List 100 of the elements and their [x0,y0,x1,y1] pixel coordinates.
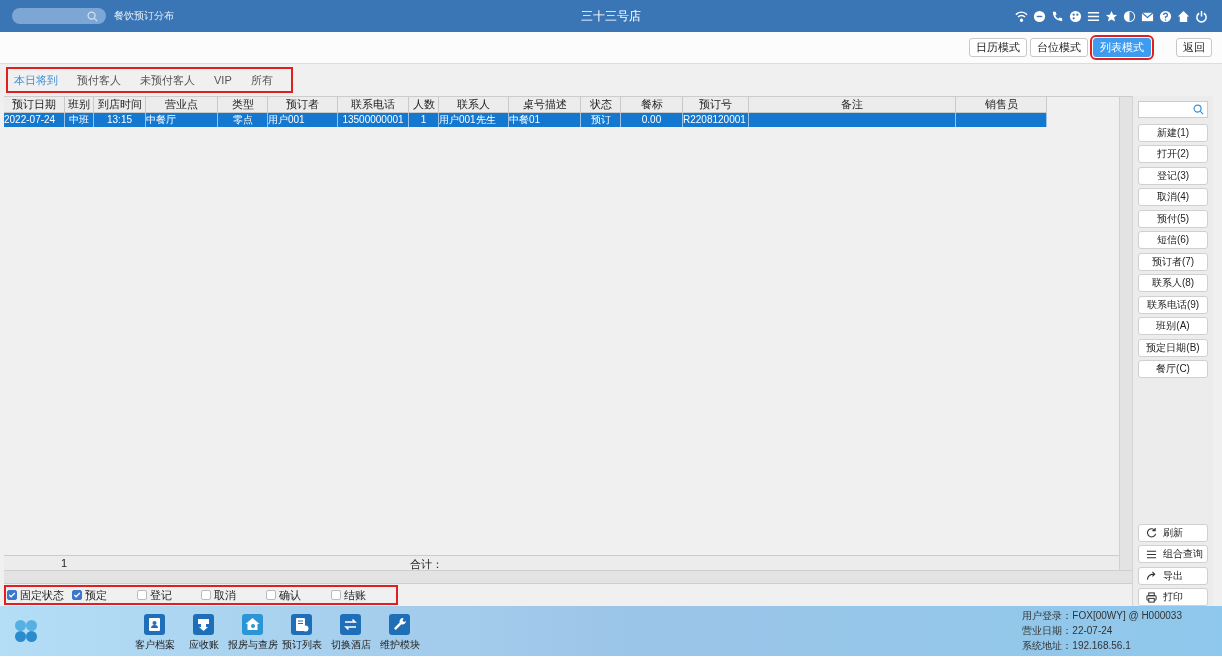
export-button[interactable]: 导出 [1138,566,1208,585]
clover-logo[interactable] [14,619,38,643]
checkbox-label: 取消 [214,587,237,603]
store-title: 三十三号店 [581,7,641,25]
print-button[interactable]: 打印 [1138,588,1208,606]
printer-icon [1146,591,1157,603]
table-cell: 中班 [69,114,89,125]
table-cell: 用户001先生 [439,114,496,125]
column-header[interactable]: 状态 [581,97,621,113]
table-row[interactable]: 2022-07-24 中班 13:15 中餐厅 零点 用户001 13500000001 1 用户001先生 中餐01 预订 0.00 R2208120001 [4,113,1047,127]
wifi-icon[interactable] [1015,9,1028,23]
dock-label[interactable]: 维护模块 [379,638,420,652]
dock-label[interactable]: 切换酒店 [330,638,371,652]
checkbox-label: 结账 [344,587,367,603]
table-cell: 中餐厅 [146,114,176,125]
query-button[interactable]: 组合查询 [1138,545,1208,563]
scrollbar[interactable] [4,570,1132,584]
dock-label[interactable]: 应收账 [188,638,219,652]
badge-icon[interactable] [144,614,165,635]
action-button[interactable]: 预订者(7) [1138,252,1208,271]
checkbox-label: 确认 [279,587,302,603]
filter-tab[interactable]: VIP [214,74,232,86]
scrollbar[interactable] [1119,97,1132,570]
table-cell: 0.00 [641,114,662,125]
help-icon[interactable] [1159,9,1172,23]
search-field[interactable] [1138,101,1208,118]
filter-tab[interactable]: 预付客人 [77,72,121,88]
column-header[interactable]: 桌号描述 [509,97,581,113]
column-header[interactable]: 备注 [749,97,956,113]
action-button[interactable]: 取消(4) [1138,188,1208,206]
power-icon[interactable] [1195,9,1208,23]
dock-label[interactable]: 报房与查房 [227,638,278,652]
refresh-icon [1146,527,1157,538]
table-cell: 零点 [232,114,253,125]
table-cell: 预订 [590,114,611,125]
phone-icon[interactable] [1051,9,1064,23]
back-button[interactable]: 返回 [1176,38,1212,57]
swap-icon[interactable] [340,614,361,635]
wrench-icon[interactable] [389,614,410,635]
table-cell: 1 [420,114,427,125]
search-field[interactable] [12,8,106,24]
column-header[interactable]: 联系电话 [338,97,409,113]
checkbox[interactable] [71,590,82,600]
menu-icon[interactable] [1087,9,1100,23]
checkbox[interactable] [136,590,147,600]
column-header[interactable]: 类型 [218,97,268,113]
house-search-icon[interactable] [242,614,263,635]
action-button[interactable]: 班别(A) [1138,317,1208,335]
column-header[interactable]: 预订者 [268,97,338,113]
document-icon[interactable] [291,614,312,635]
column-header[interactable]: 到店时间 [94,97,146,113]
session-info: 系统地址：192.168.56.1 [1022,639,1132,653]
table-cell: 13:15 [107,114,132,125]
checkbox[interactable] [266,590,277,600]
column-header[interactable]: 营业点 [146,97,218,113]
checkbox[interactable] [201,590,212,600]
mode-button[interactable]: 台位模式 [1030,38,1088,57]
list-icon [1146,548,1157,560]
table-cell: 13500000001 [342,114,404,125]
mode-button[interactable]: 日历模式 [969,38,1027,57]
action-button[interactable]: 打开(2) [1138,145,1208,163]
column-header[interactable]: 联系人 [439,97,509,113]
session-info: 营业日期：22-07-24 [1022,624,1114,638]
session-info: 用户登录：FOX[00WY] @ H000033 [1022,609,1182,623]
action-button[interactable]: 餐厅(C) [1138,360,1208,378]
row-count: 1 [61,557,68,569]
filter-tab[interactable]: 所有 [250,72,273,88]
checkbox[interactable] [7,590,17,600]
action-button[interactable]: 新建(1) [1138,123,1208,142]
column-header[interactable]: 人数 [409,97,439,113]
checkbox-label: 预定 [84,587,107,603]
module-title: 餐饮预订分布 [114,9,174,23]
action-button[interactable]: 登记(3) [1138,166,1208,185]
action-button[interactable]: 短信(6) [1138,231,1208,249]
star-icon[interactable] [1105,9,1118,23]
dock-label[interactable]: 客户档案 [134,638,175,652]
action-button[interactable]: 联系电话(9) [1138,295,1208,314]
contrast-icon[interactable] [1123,9,1136,23]
table-cell: R2208120001 [683,114,746,125]
dock-label[interactable]: 预订列表 [281,638,322,652]
palette-icon[interactable] [1069,9,1082,23]
column-header[interactable]: 预订号 [683,97,749,113]
action-button[interactable]: 预付(5) [1138,209,1208,228]
checkbox[interactable] [331,590,342,600]
checkbox-label: 固定状态 [20,587,64,603]
column-header[interactable]: 预订日期 [4,97,65,113]
checkbox-label: 登记 [149,587,172,603]
share-arrow-icon [1146,570,1157,581]
chat-icon[interactable] [1033,9,1046,23]
refresh-button[interactable]: 刷新 [1138,523,1208,542]
action-button[interactable]: 联系人(8) [1138,274,1208,292]
filter-tab[interactable]: 未预付客人 [140,72,195,88]
home-icon[interactable] [1177,9,1190,23]
column-header[interactable]: 班别 [65,97,94,113]
action-button[interactable]: 预定日期(B) [1138,338,1208,357]
column-header[interactable]: 销售员 [956,97,1047,113]
download-icon[interactable] [193,614,214,635]
column-header[interactable]: 餐标 [621,97,683,113]
mail-icon[interactable] [1141,9,1154,23]
search-icon [1193,104,1204,115]
